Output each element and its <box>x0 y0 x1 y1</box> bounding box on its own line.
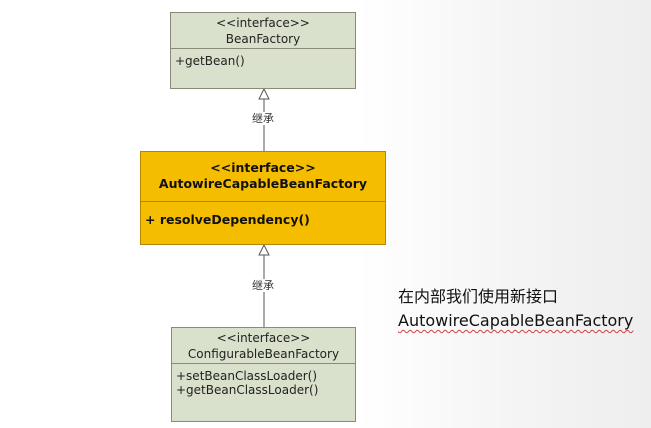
callout-interface-name: AutowireCapableBeanFactory <box>398 311 634 330</box>
callout-line-2: AutowireCapableBeanFactory <box>398 309 633 333</box>
inheritance-label-2: 继承 <box>251 279 275 292</box>
beanfactory-header: <<interface>> BeanFactory <box>171 13 355 49</box>
configurable-method-1: +setBeanClassLoader() <box>176 369 318 383</box>
autowire-method: + resolveDependency() <box>145 212 310 227</box>
configurable-name: ConfigurableBeanFactory <box>187 347 340 361</box>
inheritance-arrowhead-2 <box>258 243 270 256</box>
callout-text: 在内部我们使用新接口 AutowireCapableBeanFactory <box>398 285 633 333</box>
autowire-name: AutowireCapableBeanFactory <box>158 176 368 191</box>
inheritance-arrowhead-1 <box>258 87 270 100</box>
beanfactory-name: BeanFactory <box>225 32 301 46</box>
autowire-capable-interface-box: <<interface>> AutowireCapableBeanFactory… <box>140 151 386 245</box>
autowire-stereotype: <<interface>> <box>210 160 316 175</box>
beanfactory-methods: +getBean() <box>171 49 355 68</box>
callout-line-1: 在内部我们使用新接口 <box>398 287 559 306</box>
beanfactory-interface-box: <<interface>> BeanFactory +getBean() <box>170 12 356 89</box>
autowire-header: <<interface>> AutowireCapableBeanFactory <box>141 152 385 202</box>
configurable-header: <<interface>> ConfigurableBeanFactory <box>172 328 355 364</box>
beanfactory-method: +getBean() <box>175 54 245 68</box>
configurable-stereotype: <<interface>> <box>216 331 311 345</box>
configurable-method-2: +getBeanClassLoader() <box>176 383 319 397</box>
inheritance-label-1: 继承 <box>251 112 275 125</box>
configurable-methods: +setBeanClassLoader() +getBeanClassLoade… <box>172 364 355 397</box>
configurable-interface-box: <<interface>> ConfigurableBeanFactory +s… <box>171 327 356 422</box>
beanfactory-stereotype: <<interface>> <box>216 16 310 30</box>
autowire-methods: + resolveDependency() <box>141 202 385 227</box>
